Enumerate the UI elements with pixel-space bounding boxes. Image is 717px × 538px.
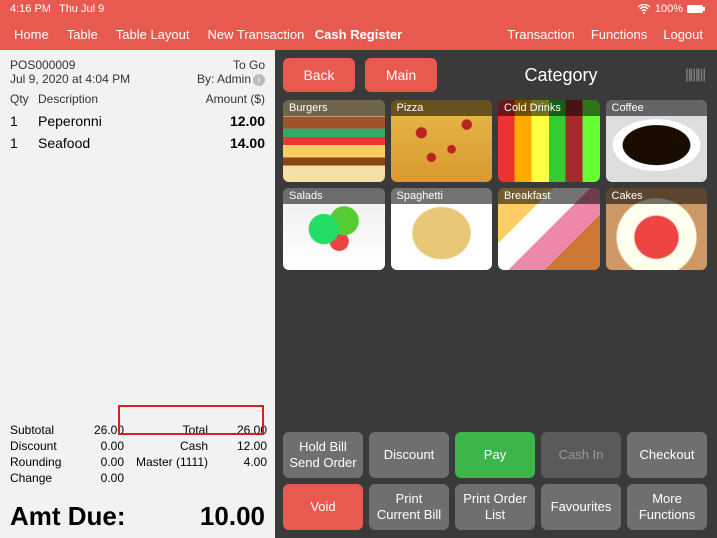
order-datetime: Jul 9, 2020 at 4:04 PM [10,72,130,86]
category-cakes[interactable]: Cakes [606,188,708,270]
category-label: Burgers [283,100,385,116]
item-amount: 12.00 [230,113,265,129]
more-functions-button[interactable]: More Functions [627,484,707,530]
order-number: POS000009 [10,58,130,72]
nav-table[interactable]: Table [67,27,98,42]
val-cash: 12.00 [212,439,267,453]
back-button[interactable]: Back [283,58,355,92]
barcode-icon[interactable] [685,66,707,84]
category-label: Breakfast [498,188,600,204]
category-label: Pizza [391,100,493,116]
status-time: 4:16 PM [10,3,51,15]
category-breakfast[interactable]: Breakfast [498,188,600,270]
info-icon[interactable]: i [253,74,265,86]
discount-button[interactable]: Discount [369,432,449,478]
lbl-master: Master (1111) [128,455,208,469]
val-total: 26.00 [212,423,267,437]
print-order-list-button[interactable]: Print Order List [455,484,535,530]
category-title: Category [447,65,675,86]
status-date: Thu Jul 9 [51,3,637,15]
order-type: To Go [197,58,265,72]
nav-table-layout[interactable]: Table Layout [116,27,190,42]
category-label: Cakes [606,188,708,204]
battery-icon [687,4,707,14]
category-spaghetti[interactable]: Spaghetti [391,188,493,270]
lbl-rounding: Rounding [10,455,70,469]
item-qty: 1 [10,113,38,129]
cash-in-button[interactable]: Cash In [541,432,621,478]
hold-bill-button[interactable]: Hold Bill Send Order [283,432,363,478]
val-subtotal: 26.00 [74,423,124,437]
nav-new-transaction[interactable]: New Transaction [208,27,305,42]
nav-bar: Home Table Table Layout New Transaction … [0,18,717,50]
category-pizza[interactable]: Pizza [391,100,493,182]
page-title: Cash Register [315,27,402,42]
checkout-button[interactable]: Checkout [627,432,707,478]
val-rounding: 0.00 [74,455,124,469]
category-cold-drinks[interactable]: Cold Drinks [498,100,600,182]
item-amount: 14.00 [230,135,265,151]
category-label: Cold Drinks [498,100,600,116]
nav-logout[interactable]: Logout [663,27,703,42]
col-qty: Qty [10,92,38,106]
category-burgers[interactable]: Burgers [283,100,385,182]
category-label: Coffee [606,100,708,116]
category-panel: Back Main Category Burgers Pizza Cold Drin… [275,50,717,538]
amt-due-label: Amt Due: [10,501,126,532]
void-button[interactable]: Void [283,484,363,530]
pay-button[interactable]: Pay [455,432,535,478]
favourites-button[interactable]: Favourites [541,484,621,530]
print-bill-button[interactable]: Print Current Bill [369,484,449,530]
col-amount: Amount ($) [206,92,265,106]
wifi-icon [637,4,651,14]
amt-due-value: 10.00 [200,501,265,532]
category-label: Spaghetti [391,188,493,204]
lbl-total: Total [128,423,208,437]
order-by: By: Admin [197,72,251,86]
main-button[interactable]: Main [365,58,437,92]
val-discount: 0.00 [74,439,124,453]
status-bar: 4:16 PM Thu Jul 9 100% [0,0,717,18]
receipt-panel: POS000009 Jul 9, 2020 at 4:04 PM To Go B… [0,50,275,538]
line-item[interactable]: 1Peperonni12.00 [10,110,265,132]
val-change: 0.00 [74,471,124,485]
lbl-change: Change [10,471,70,485]
item-desc: Peperonni [38,113,230,129]
battery-pct: 100% [655,3,683,15]
val-master: 4.00 [212,455,267,469]
nav-home[interactable]: Home [14,27,49,42]
line-item[interactable]: 1Seafood14.00 [10,132,265,154]
category-salads[interactable]: Salads [283,188,385,270]
nav-functions[interactable]: Functions [591,27,647,42]
lbl-discount: Discount [10,439,70,453]
col-desc: Description [38,92,206,106]
category-coffee[interactable]: Coffee [606,100,708,182]
nav-transaction[interactable]: Transaction [507,27,574,42]
item-qty: 1 [10,135,38,151]
lbl-subtotal: Subtotal [10,423,70,437]
category-label: Salads [283,188,385,204]
item-desc: Seafood [38,135,230,151]
lbl-cash: Cash [128,439,208,453]
